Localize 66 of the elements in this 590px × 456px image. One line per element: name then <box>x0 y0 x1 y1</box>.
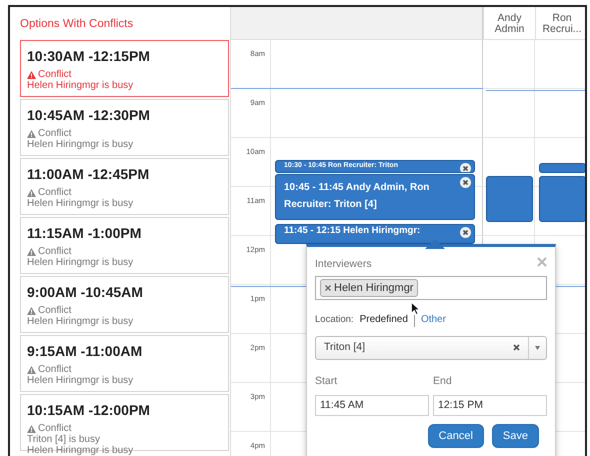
warning-icon <box>27 306 36 315</box>
start-label: Start <box>315 374 338 389</box>
close-icon[interactable] <box>460 227 471 238</box>
option-time: 11:15AM -1:00PM <box>27 225 142 242</box>
save-button[interactable]: Save <box>492 424 539 448</box>
conflict-label: Conflict <box>38 246 72 258</box>
option-card[interactable]: 10:45AM -12:30PM Conflict Helen Hiringmgr is busy <box>20 99 229 156</box>
caret-icon <box>535 346 540 350</box>
warning-icon <box>27 70 36 79</box>
interviewers-field[interactable]: Helen Hiringmgr <box>315 276 547 300</box>
column-header: Andy Admin <box>494 13 526 35</box>
conflict-label: Conflict <box>38 364 72 376</box>
location-option-link[interactable]: Other <box>420 312 446 327</box>
warning-icon <box>27 366 36 374</box>
option-card[interactable]: 9:00AM -10:45AM Conflict Helen Hiringmgr is busy <box>20 276 229 334</box>
conflict-label: Conflict <box>38 423 72 434</box>
option-card[interactable]: 11:00AM -12:45PM Conflict Helen Hiringmgr is busy <box>20 158 229 216</box>
select-value: Triton [4] <box>323 340 366 355</box>
warning-icon <box>27 424 36 433</box>
end-label: End <box>433 374 452 389</box>
calendar-event[interactable]: 10:45 - 11:45 Andy Admin, Ron Recruiter: Triton [4] <box>275 174 475 220</box>
cancel-button[interactable]: Cancel <box>428 424 484 448</box>
location-option-link[interactable]: Predefined <box>360 312 408 327</box>
option-time: 10:15AM -12:00PM <box>27 402 150 420</box>
tag-text: Helen Hiringmgr <box>334 280 414 296</box>
conflict-label: Conflict <box>38 128 72 140</box>
warning-icon <box>27 130 36 138</box>
option-time: 10:30AM -12:15PM <box>27 48 150 66</box>
interviewer-tag[interactable]: Helen Hiringmgr <box>320 278 418 297</box>
conflict-reason: Helen Hiringmgr is busy <box>27 139 134 150</box>
clear-icon <box>513 344 520 352</box>
remove-icon <box>325 284 331 291</box>
column-header: Ron Recrui... <box>541 13 583 35</box>
option-time: 10:45AM -12:30PM <box>27 107 150 124</box>
busy-block <box>486 176 533 222</box>
conflict-reason: Triton [4] is busy <box>27 434 100 446</box>
option-time: 9:00AM -10:45AM <box>27 284 143 302</box>
panel-title: Options With Conflicts <box>20 17 134 32</box>
conflict-reason: Helen Hiringmgr is busy <box>27 198 134 210</box>
close-icon[interactable] <box>460 163 471 172</box>
warning-icon <box>27 188 36 197</box>
location-select[interactable]: Triton [4] <box>315 336 547 360</box>
end-time-field[interactable]: 12:15 PM <box>433 394 547 416</box>
option-time: 11:00AM -12:45PM <box>27 166 150 184</box>
event-text: 10:45 - 11:45 Andy Admin, Ron Recruiter: Triton [4] <box>284 181 430 212</box>
conflict-label: Conflict <box>38 69 72 80</box>
mouse-pointer-icon <box>411 302 420 315</box>
option-time: 9:15AM -11:00AM <box>27 343 142 360</box>
start-time-field[interactable]: 11:45 AM <box>315 394 429 416</box>
event-text: 11:45 - 12:15 Helen Hiringmgr: <box>284 225 422 237</box>
location-label: Location: <box>315 312 354 326</box>
conflict-label: Conflict <box>38 187 72 198</box>
conflict-reason: Helen Hiringmgr is busy <box>27 80 134 92</box>
conflict-reason: Helen Hiringmgr is busy <box>27 375 134 386</box>
conflict-reason: Helen Hiringmgr is busy <box>27 316 134 328</box>
option-card[interactable]: 9:15AM -11:00AM Conflict Helen Hiringmgr is busy <box>20 335 229 392</box>
option-card[interactable]: 10:30AM -12:15PM Conflict Helen Hiringmgr is busy <box>20 40 229 98</box>
option-card[interactable]: 11:15AM -1:00PM Conflict Helen Hiringmgr is busy <box>20 217 229 274</box>
busy-block <box>539 163 585 173</box>
busy-block <box>539 176 585 222</box>
warning-icon <box>27 248 36 256</box>
calendar-event[interactable]: 11:45 - 12:15 Helen Hiringmgr: <box>275 224 475 244</box>
conflict-label: Conflict <box>38 305 72 316</box>
conflict-reason: Helen Hiringmgr is busy <box>27 257 134 268</box>
interviewers-label: Interviewers <box>315 257 372 272</box>
close-icon[interactable] <box>460 177 471 188</box>
